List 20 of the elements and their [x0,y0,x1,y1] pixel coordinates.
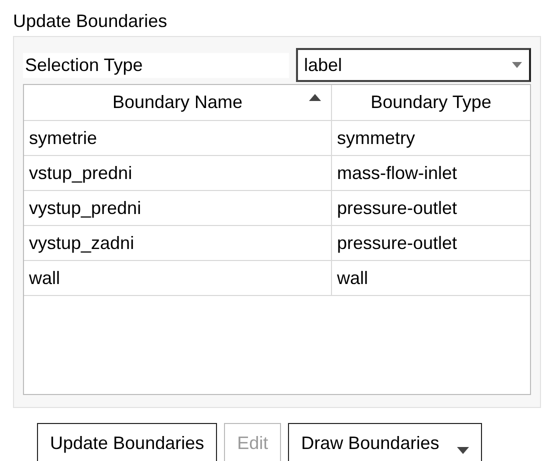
column-header[interactable]: Boundary Type [332,85,530,120]
selection-type-dropdown[interactable]: label [296,48,531,82]
panel-title: Update Boundaries [13,10,168,33]
caret-icon [511,61,523,69]
action-button[interactable]: Update Boundaries [37,423,218,461]
column-header[interactable]: Boundary Name [24,85,332,120]
table-cell-text: mass-flow-inlet [336,162,458,184]
table-cell-text: pressure-outlet [336,196,458,220]
table-cell-text: symmetry [336,126,416,150]
table-cell: vystup_predni [24,191,332,225]
sort-ascending-icon [309,94,321,101]
table-cell: wall [24,261,332,295]
table-cell-text: pressure-outlet [336,232,458,255]
table-cell: vstup_predni [24,156,332,190]
table-cell-text: wall [336,266,370,290]
selection-type-label: Selection Type [23,52,289,78]
action-button[interactable]: Draw Boundaries [288,423,482,461]
table-cell: vystup_zadni [24,226,332,260]
caret-icon [457,446,470,454]
table-cell: symetrie [24,121,332,155]
